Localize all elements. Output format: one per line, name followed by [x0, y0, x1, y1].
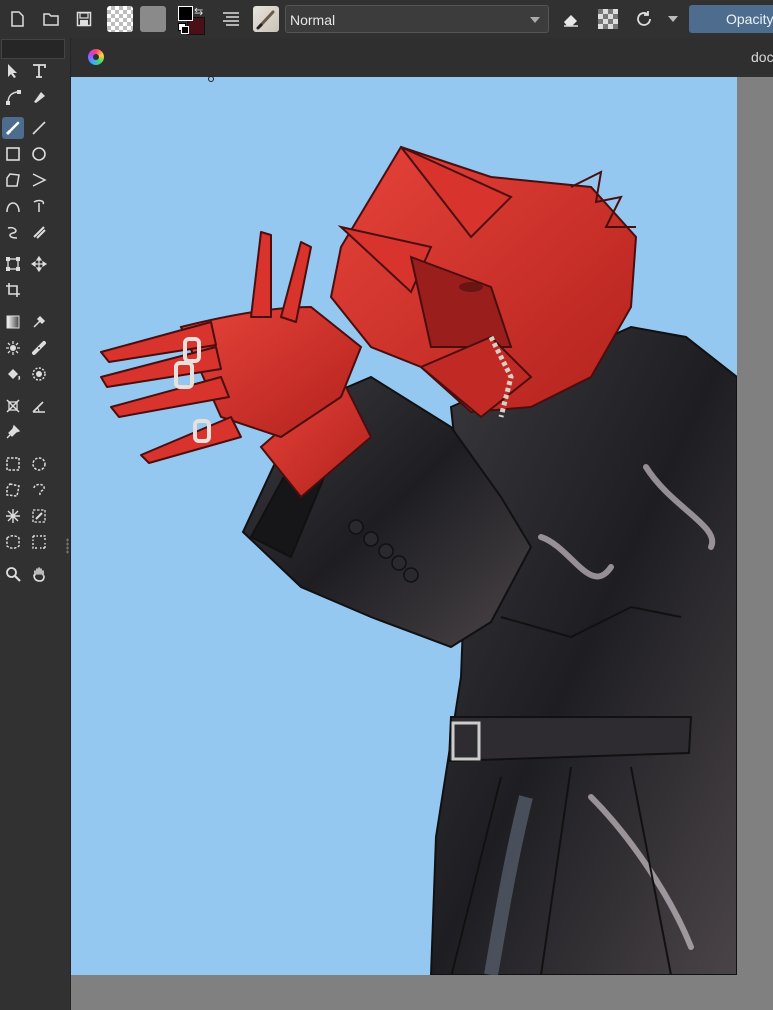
rectangle-tool-icon[interactable]: [2, 143, 24, 165]
toolbox-resize-handle[interactable]: [66, 538, 69, 554]
rect-select-icon[interactable]: [2, 453, 24, 475]
color-sampler-icon[interactable]: [28, 311, 50, 333]
freehand-select-icon[interactable]: [28, 479, 50, 501]
text-tool-icon[interactable]: [28, 60, 50, 82]
pan-tool-icon[interactable]: [28, 563, 50, 585]
polygon-tool-icon[interactable]: [2, 169, 24, 191]
similar-select-icon[interactable]: [28, 505, 50, 527]
calligraphy-icon[interactable]: [28, 86, 50, 108]
document-tab-title[interactable]: doc: [751, 49, 773, 65]
opacity-slider[interactable]: Opacity: [689, 5, 773, 33]
brush-cursor: [208, 76, 214, 82]
measure-tool-icon[interactable]: [28, 395, 50, 417]
dynamic-brush-icon[interactable]: [2, 221, 24, 243]
multibrush-icon[interactable]: [28, 221, 50, 243]
blend-mode-select[interactable]: Normal: [285, 5, 549, 33]
fg-bg-color[interactable]: ⇆: [178, 5, 206, 35]
foreground-color-swatch[interactable]: [178, 6, 193, 21]
coat-body: [429, 325, 737, 975]
top-toolbar: ⇆ Normal Opacity: [0, 0, 773, 39]
freehand-brush-icon[interactable]: [2, 117, 24, 139]
fill-tool-icon[interactable]: [2, 363, 24, 385]
document-area: doc: [71, 38, 773, 1010]
enclose-fill-icon[interactable]: [28, 363, 50, 385]
bezier-select-icon[interactable]: [2, 531, 24, 553]
mirror-dropdown-icon[interactable]: [668, 16, 678, 22]
open-document-icon[interactable]: [37, 5, 65, 33]
colorize-mask-icon[interactable]: [2, 337, 24, 359]
document-tab-bar: doc: [71, 38, 773, 77]
smart-patch-icon[interactable]: [28, 337, 50, 359]
opacity-label: Opacity: [726, 11, 773, 27]
ellipse-select-icon[interactable]: [28, 453, 50, 475]
save-icon[interactable]: [70, 5, 98, 33]
eraser-icon[interactable]: [557, 5, 585, 33]
freehand-path-icon[interactable]: [28, 195, 50, 217]
artwork: [100, 145, 737, 975]
contiguous-select-icon[interactable]: [2, 505, 24, 527]
select-shapes-icon[interactable]: [2, 60, 24, 82]
bezier-curve-icon[interactable]: [2, 195, 24, 217]
coat-belt: [447, 716, 693, 763]
swap-colors-icon[interactable]: ⇆: [194, 5, 203, 18]
ellipse-tool-icon[interactable]: [28, 143, 50, 165]
line-tool-icon[interactable]: [28, 117, 50, 139]
polyline-tool-icon[interactable]: [28, 169, 50, 191]
gradient-tool-icon[interactable]: [2, 311, 24, 333]
layers-list-icon[interactable]: [217, 5, 245, 33]
toolbox: [0, 38, 71, 1010]
eye: [459, 282, 483, 292]
transform-tool-icon[interactable]: [2, 253, 24, 275]
magnetic-select-icon[interactable]: [28, 531, 50, 553]
drawing-canvas[interactable]: [71, 77, 737, 975]
new-document-icon[interactable]: [3, 5, 31, 33]
krita-document-icon: [88, 49, 104, 65]
edit-shapes-icon[interactable]: [2, 86, 24, 108]
reload-icon[interactable]: [630, 5, 658, 33]
zoom-tool-icon[interactable]: [2, 563, 24, 585]
blend-mode-value: Normal: [290, 12, 336, 28]
gradient-swatch[interactable]: [107, 6, 133, 32]
crop-tool-icon[interactable]: [2, 279, 24, 301]
pattern-swatch[interactable]: [140, 6, 166, 32]
polygon-select-icon[interactable]: [2, 479, 24, 501]
move-tool-icon[interactable]: [28, 253, 50, 275]
toolbox-header: [1, 39, 65, 59]
chevron-down-icon: [530, 17, 540, 23]
alpha-lock-icon[interactable]: [594, 5, 622, 33]
assistant-tool-icon[interactable]: [2, 395, 24, 417]
reference-images-icon[interactable]: [2, 421, 24, 443]
brush-preset[interactable]: [253, 6, 279, 32]
